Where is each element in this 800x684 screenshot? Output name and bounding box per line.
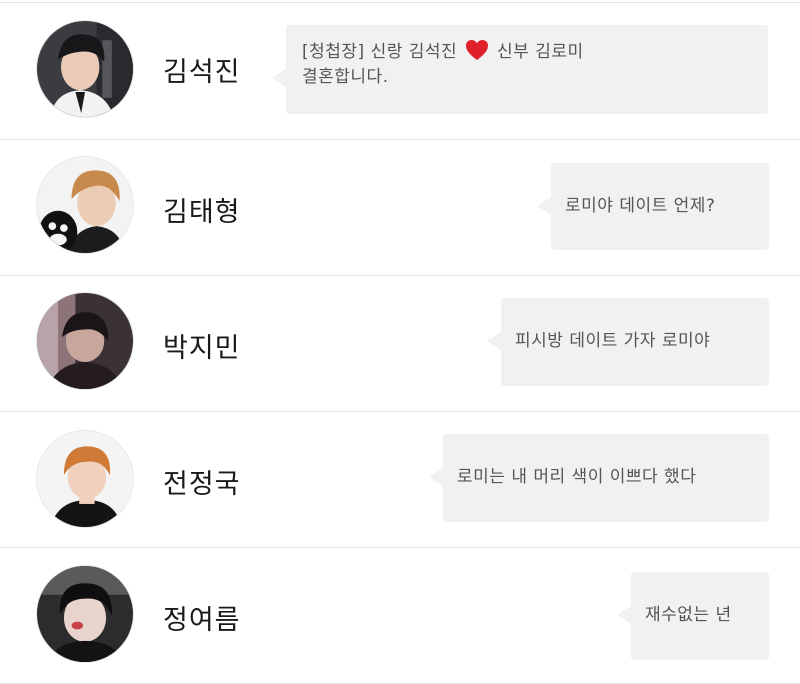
- avatar-image: [37, 293, 133, 389]
- contact-list: 김석진 [청첩장] 신랑 김석진 신부 김로미 결혼합니다. 김태형 로미야 데…: [0, 0, 800, 684]
- avatar[interactable]: [36, 156, 134, 254]
- message-text: 로미는 내 머리 색이 이쁘다 했다: [457, 467, 697, 487]
- message-text: 재수없는 년: [645, 605, 732, 625]
- red-heart-icon: [466, 40, 489, 60]
- contact-row-5[interactable]: 정여름 재수없는 년: [0, 548, 800, 684]
- contact-name: 김태형: [163, 197, 241, 228]
- message-bubble[interactable]: 로미야 데이트 언제?: [537, 163, 769, 250]
- contact-name: 김석진: [163, 57, 241, 88]
- message-bubble[interactable]: 재수없는 년: [617, 572, 769, 660]
- avatar[interactable]: [36, 292, 134, 390]
- message-text: 피시방 데이트 가자 로미야: [515, 331, 711, 351]
- avatar-image: [37, 566, 133, 662]
- message-bubble[interactable]: [청첩장] 신랑 김석진 신부 김로미 결혼합니다.: [272, 25, 768, 114]
- avatar[interactable]: [36, 20, 134, 118]
- contact-name: 정여름: [163, 605, 241, 636]
- message-text: [청첩장] 신랑 김석진: [302, 42, 458, 62]
- avatar-image: [37, 21, 133, 117]
- contact-name: 전정국: [163, 469, 241, 500]
- avatar-image: [37, 431, 133, 527]
- message-line-2: 결혼합니다.: [302, 67, 389, 87]
- message-line-1: [청첩장] 신랑 김석진 신부 김로미: [302, 39, 752, 65]
- contact-row-3[interactable]: 박지민 피시방 데이트 가자 로미야: [0, 276, 800, 412]
- message-text: 로미야 데이트 언제?: [565, 196, 716, 216]
- avatar[interactable]: [36, 565, 134, 663]
- contact-row-4[interactable]: 전정국 로미는 내 머리 색이 이쁘다 했다: [0, 412, 800, 548]
- contact-row-1[interactable]: 김석진 [청첩장] 신랑 김석진 신부 김로미 결혼합니다.: [0, 3, 800, 139]
- contact-name: 박지민: [163, 333, 241, 364]
- avatar[interactable]: [36, 430, 134, 528]
- message-bubble[interactable]: 로미는 내 머리 색이 이쁘다 했다: [429, 434, 769, 522]
- avatar-image: [37, 157, 133, 253]
- message-bubble[interactable]: 피시방 데이트 가자 로미야: [487, 298, 769, 386]
- message-text: 신부 김로미: [497, 42, 584, 62]
- contact-row-2[interactable]: 김태형 로미야 데이트 언제?: [0, 140, 800, 276]
